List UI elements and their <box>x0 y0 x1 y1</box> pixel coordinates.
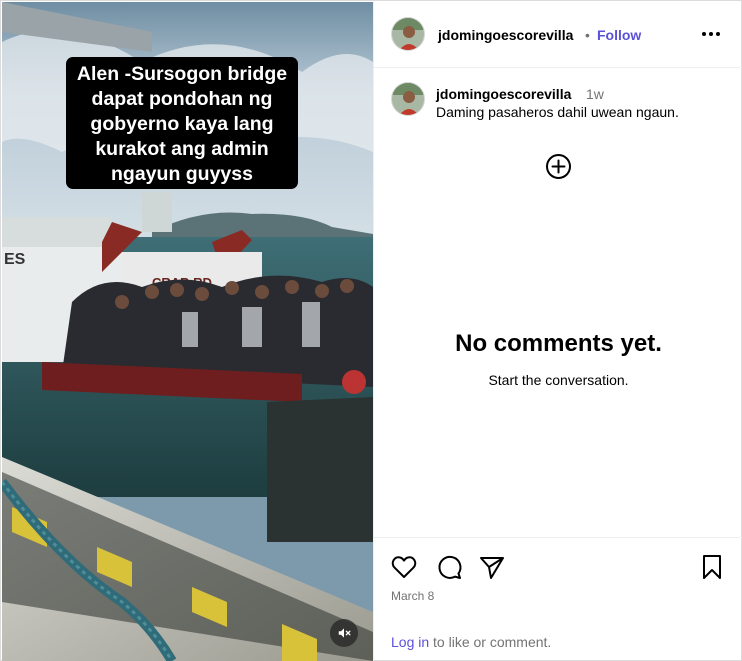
share-send-icon[interactable] <box>478 553 506 581</box>
caption-line: gobyerno kaya lang <box>90 113 274 135</box>
author-avatar[interactable] <box>391 17 425 51</box>
comment-timestamp[interactable]: 1w <box>586 86 604 102</box>
caption-text: Daming pasaheros dahil uwean ngaun. <box>436 104 679 120</box>
no-comments-subtitle: Start the conversation. <box>488 372 629 388</box>
speaker-muted-icon <box>338 628 351 638</box>
caption-line: ngayun guyyss <box>111 163 253 185</box>
caption-line: kurakot ang admin <box>95 138 269 160</box>
post-dialog: ES CRAB RD <box>0 0 742 661</box>
video-caption-overlay: Alen -Sursogon bridge dapat pondohan ng … <box>66 57 298 189</box>
login-prompt-text: to like or comment. <box>429 634 552 650</box>
commenter-username-link[interactable]: jdomingoescorevilla <box>436 86 571 102</box>
post-details-panel: jdomingoescorevilla • Follow jdomingoesc… <box>373 2 742 661</box>
mute-toggle-button[interactable] <box>330 619 358 647</box>
heart-icon[interactable] <box>390 553 418 581</box>
post-header: jdomingoescorevilla • Follow <box>374 2 742 68</box>
follow-button[interactable]: Follow <box>597 27 641 43</box>
add-circle-icon[interactable] <box>545 153 572 180</box>
author-username-link[interactable]: jdomingoescorevilla <box>438 27 573 43</box>
caption-line: dapat pondohan ng <box>91 88 273 110</box>
more-horizontal-icon[interactable] <box>700 26 722 42</box>
commenter-avatar[interactable] <box>391 82 425 116</box>
comment-bubble-icon[interactable] <box>435 553 463 581</box>
post-video[interactable]: ES CRAB RD <box>2 2 373 661</box>
post-actions-bar: March 8 Log in to like or comment. <box>374 537 742 661</box>
separator-dot: • <box>585 27 590 43</box>
login-prompt: Log in to like or comment. <box>391 634 551 650</box>
login-link[interactable]: Log in <box>391 634 429 650</box>
avatar-image <box>392 18 424 50</box>
avatar-image <box>392 83 424 115</box>
ship-name-text: ES <box>4 251 26 268</box>
caption-line: Alen -Sursogon bridge <box>76 63 288 85</box>
no-comments-heading: No comments yet. <box>455 330 662 357</box>
bookmark-icon[interactable] <box>698 553 726 581</box>
post-date[interactable]: March 8 <box>391 589 434 603</box>
